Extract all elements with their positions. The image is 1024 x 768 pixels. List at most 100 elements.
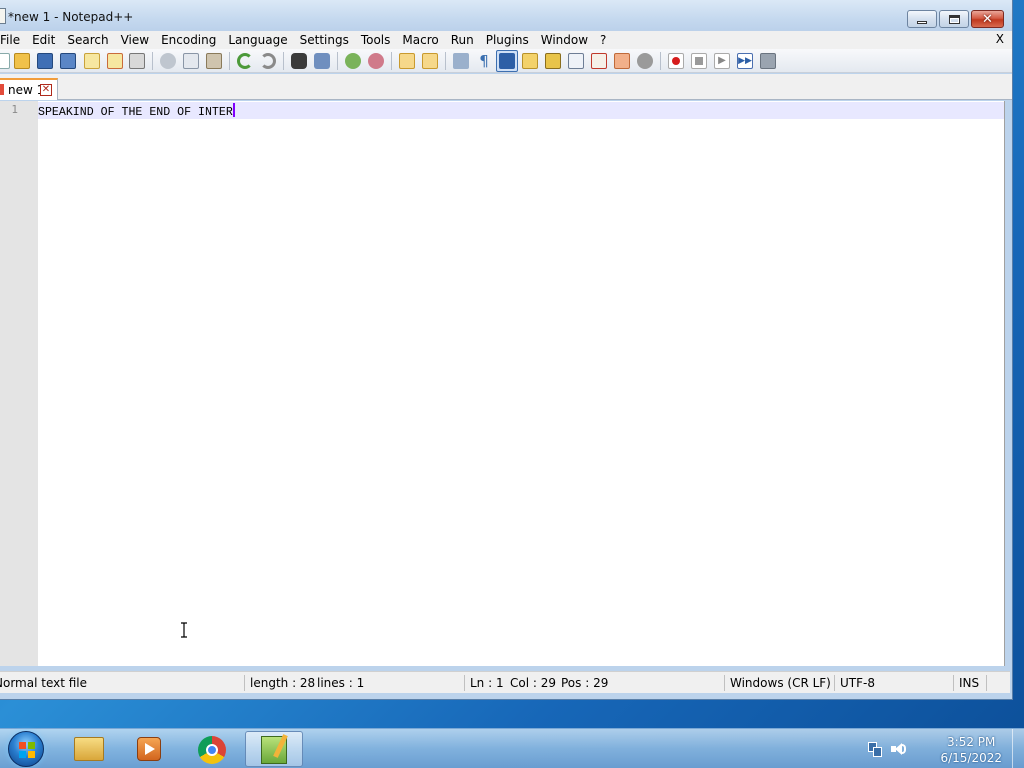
- title-bar[interactable]: *new 1 - Notepad++ ✕: [0, 0, 1012, 34]
- redo-icon[interactable]: [260, 53, 276, 69]
- sync-horizontal-icon[interactable]: [422, 53, 438, 69]
- line-number-gutter[interactable]: 1: [0, 101, 38, 666]
- play-icon: [145, 743, 155, 755]
- show-all-characters-icon[interactable]: ¶: [476, 53, 492, 69]
- monitoring-icon[interactable]: [614, 53, 630, 69]
- menu-bar: File Edit Search View Encoding Language …: [0, 31, 1012, 49]
- status-length: length : 28: [250, 676, 316, 690]
- close-icon[interactable]: [84, 53, 100, 69]
- find-icon[interactable]: [291, 53, 307, 69]
- menu-run[interactable]: Run: [445, 33, 480, 47]
- replace-icon[interactable]: [314, 53, 330, 69]
- zoom-out-icon[interactable]: [368, 53, 384, 69]
- status-position: Pos : 29: [561, 676, 609, 690]
- play-macro-icon[interactable]: ▶: [714, 53, 730, 69]
- menu-plugins[interactable]: Plugins: [480, 33, 535, 47]
- word-wrap-icon[interactable]: [453, 53, 469, 69]
- unsaved-document-icon: [0, 84, 4, 95]
- toolbar-separator: [229, 52, 230, 70]
- menu-view[interactable]: View: [115, 33, 155, 47]
- clock-date: 6/15/2022: [940, 751, 1002, 765]
- show-desktop-button[interactable]: [1012, 729, 1024, 768]
- menu-tools[interactable]: Tools: [355, 33, 397, 47]
- cut-icon[interactable]: [160, 53, 176, 69]
- indent-guide-icon: [499, 53, 515, 69]
- close-icon: ✕: [982, 11, 993, 27]
- user-language-icon[interactable]: [522, 53, 538, 69]
- run-macro-multiple-icon[interactable]: ▶▶: [737, 53, 753, 69]
- taskbar-chrome[interactable]: [183, 731, 241, 767]
- status-divider: [244, 675, 245, 691]
- system-clock[interactable]: 3:52 PM 6/15/2022: [940, 734, 1002, 766]
- undo-icon[interactable]: [237, 53, 253, 69]
- save-all-icon[interactable]: [60, 53, 76, 69]
- close-document-button[interactable]: X: [996, 32, 1004, 46]
- menu-macro[interactable]: Macro: [396, 33, 444, 47]
- print-icon[interactable]: [129, 53, 145, 69]
- document-tab-strip: new 1 ✕: [0, 74, 1012, 100]
- tab-new-1[interactable]: new 1 ✕: [0, 78, 58, 100]
- taskbar-explorer[interactable]: [60, 731, 118, 767]
- menu-edit[interactable]: Edit: [26, 33, 61, 47]
- mouse-ibeam-cursor-icon: [181, 622, 187, 638]
- status-divider: [953, 675, 954, 691]
- status-file-type: Normal text file: [0, 676, 88, 690]
- volume-icon[interactable]: [890, 741, 906, 757]
- minimize-icon: [917, 20, 927, 24]
- menu-file[interactable]: File: [0, 33, 26, 47]
- window-title: *new 1 - Notepad++: [8, 10, 134, 24]
- toolbar-separator: [283, 52, 284, 70]
- taskbar-media-player[interactable]: [121, 731, 179, 767]
- clock-time: 3:52 PM: [947, 735, 996, 749]
- minimize-button[interactable]: [907, 10, 937, 28]
- zoom-in-icon[interactable]: [345, 53, 361, 69]
- status-bar: Normal text file length : 28 lines : 1 L…: [0, 671, 1010, 693]
- status-column: Col : 29: [510, 676, 556, 690]
- save-icon[interactable]: [37, 53, 53, 69]
- status-insert-mode: INS: [959, 676, 980, 690]
- close-all-icon[interactable]: [107, 53, 123, 69]
- windows-logo-icon: [19, 742, 35, 758]
- record-macro-icon-off[interactable]: [637, 53, 653, 69]
- taskbar: 3:52 PM 6/15/2022: [0, 728, 1024, 768]
- taskbar-notepad-plus-plus[interactable]: [245, 731, 303, 767]
- windows-explorer-icon: [74, 737, 104, 761]
- toolbar: ¶ ▶ ▶▶: [0, 49, 1012, 73]
- status-encoding: UTF-8: [840, 676, 875, 690]
- network-icon[interactable]: [866, 741, 882, 757]
- menu-search[interactable]: Search: [61, 33, 114, 47]
- copy-icon[interactable]: [183, 53, 199, 69]
- toolbar-separator: [660, 52, 661, 70]
- editor-text: SPEAKIND OF THE END OF INTER: [38, 106, 233, 119]
- chrome-center-icon: [206, 744, 218, 756]
- close-tab-icon[interactable]: ✕: [40, 84, 52, 96]
- folder-as-workspace-icon[interactable]: [591, 53, 607, 69]
- maximize-icon: [948, 14, 960, 24]
- menu-help[interactable]: ?: [594, 33, 612, 47]
- text-caret: [232, 103, 235, 117]
- save-macro-icon[interactable]: [760, 53, 776, 69]
- new-file-icon[interactable]: [0, 53, 10, 69]
- close-window-button[interactable]: ✕: [971, 10, 1004, 28]
- function-list-icon[interactable]: [568, 53, 584, 69]
- notepad-plus-plus-app-icon[interactable]: [0, 8, 6, 24]
- start-button[interactable]: [8, 731, 44, 767]
- status-eol-format: Windows (CR LF): [730, 676, 831, 690]
- text-editor[interactable]: 1 SPEAKIND OF THE END OF INTER: [0, 101, 1005, 666]
- status-divider: [464, 675, 465, 691]
- editor-line[interactable]: SPEAKIND OF THE END OF INTER: [38, 103, 235, 119]
- menu-window[interactable]: Window: [535, 33, 594, 47]
- menu-encoding[interactable]: Encoding: [155, 33, 222, 47]
- status-lines: lines : 1: [317, 676, 365, 690]
- document-map-icon[interactable]: [545, 53, 561, 69]
- paste-icon[interactable]: [206, 53, 222, 69]
- sync-vertical-icon[interactable]: [399, 53, 415, 69]
- toolbar-separator: [445, 52, 446, 70]
- maximize-button[interactable]: [939, 10, 969, 28]
- menu-settings[interactable]: Settings: [294, 33, 355, 47]
- open-file-icon[interactable]: [14, 53, 30, 69]
- status-divider: [724, 675, 725, 691]
- menu-language[interactable]: Language: [222, 33, 293, 47]
- stop-recording-icon[interactable]: [691, 53, 707, 69]
- record-macro-icon[interactable]: [668, 53, 684, 69]
